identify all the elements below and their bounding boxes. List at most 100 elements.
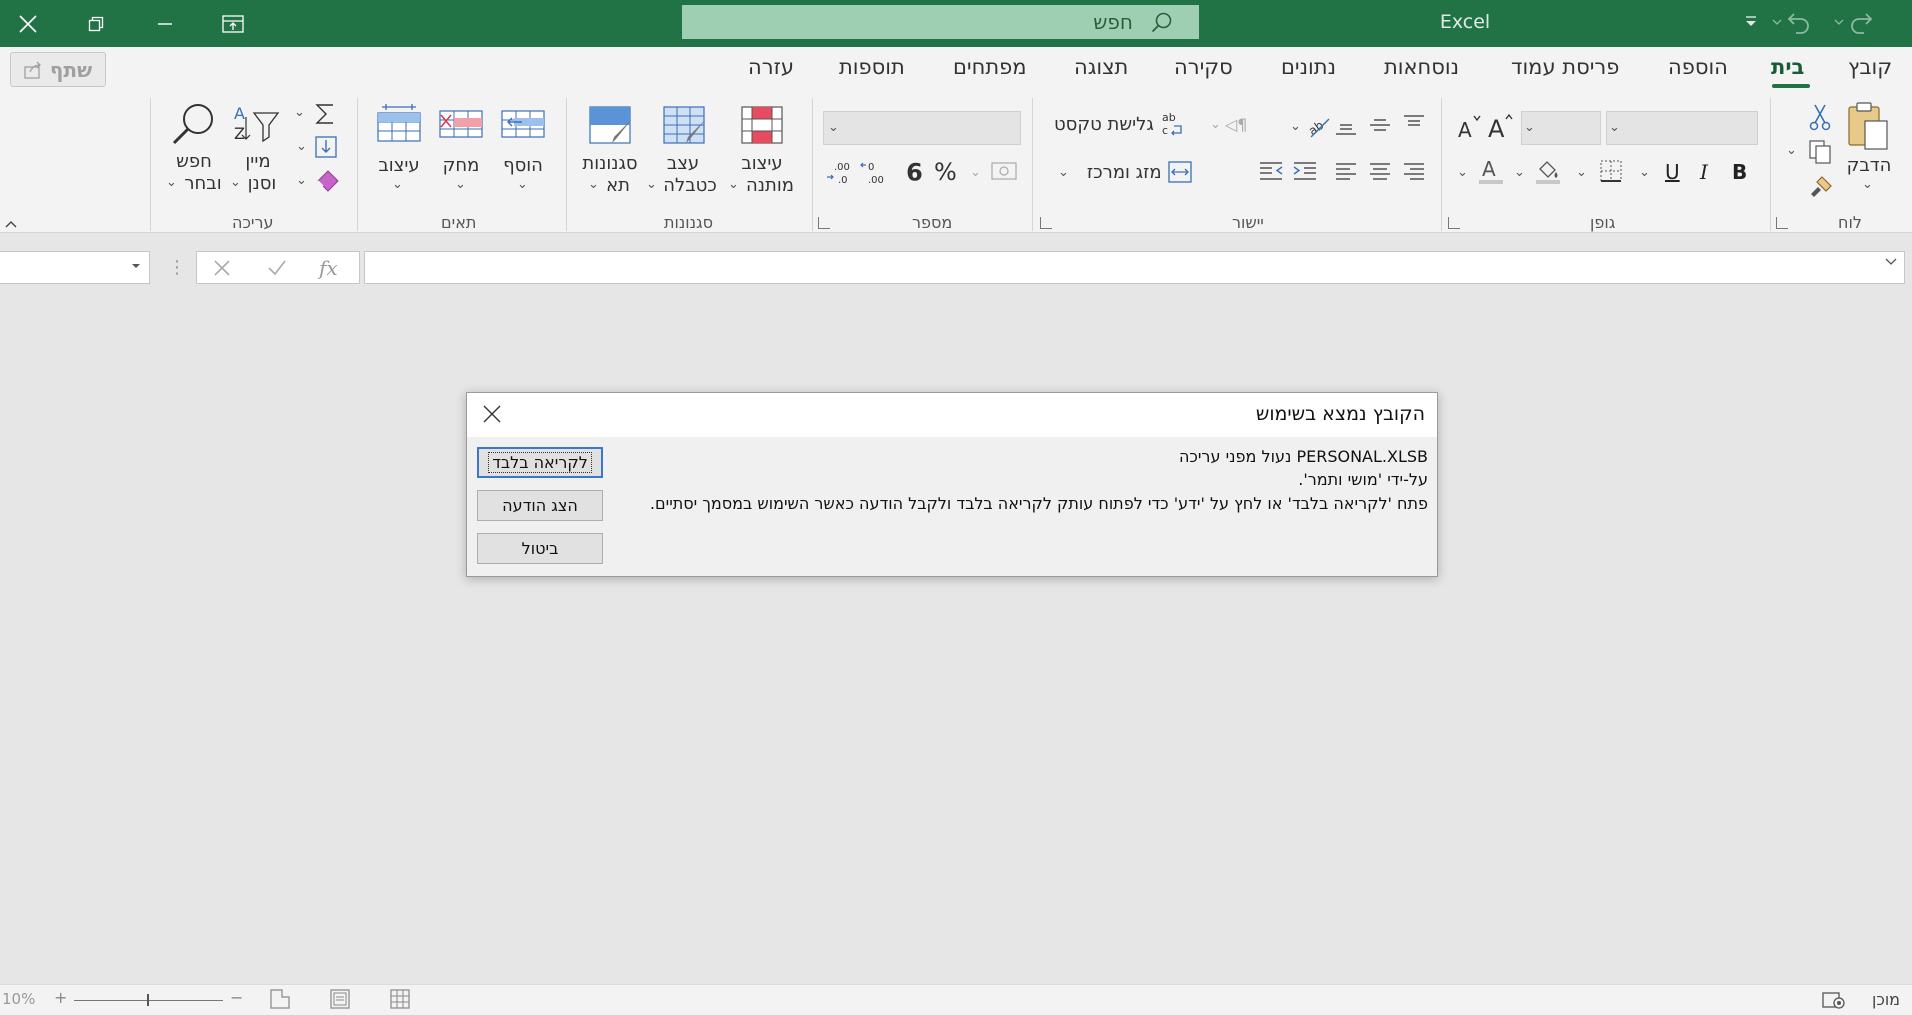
increase-font-button[interactable]: A — [1486, 111, 1514, 141]
decrease-indent-button[interactable] — [1258, 159, 1284, 183]
borders-button[interactable] — [1599, 159, 1623, 183]
orientation-button[interactable]: ⌄ ab — [1290, 113, 1333, 139]
fill-color-button[interactable] — [1534, 157, 1562, 185]
number-launcher[interactable] — [818, 217, 830, 229]
tab-data[interactable]: נתונים — [1281, 55, 1336, 79]
tab-file[interactable]: קובץ — [1848, 55, 1892, 79]
clear-dropdown[interactable]: ⌄ — [296, 173, 307, 188]
increase-indent-button[interactable] — [1292, 159, 1318, 183]
sort-filter-button[interactable]: AZ — [232, 101, 280, 147]
align-bottom-button[interactable] — [1334, 113, 1358, 137]
align-center-button[interactable] — [1368, 159, 1392, 183]
decrease-font-button[interactable]: A — [1456, 111, 1484, 141]
cell-styles-button[interactable] — [588, 105, 634, 147]
underline-button[interactable]: U — [1665, 160, 1680, 184]
tab-page-layout[interactable]: פריסת עמוד — [1511, 55, 1619, 79]
cell-styles-dropdown[interactable]: ⌄ — [588, 177, 599, 192]
merge-center-button[interactable]: ⌄ מזג ומרכז — [1058, 161, 1192, 183]
underline-dropdown[interactable]: ⌄ — [1639, 165, 1650, 180]
format-as-table-button[interactable] — [662, 105, 708, 147]
tab-review[interactable]: סקירה — [1174, 55, 1233, 79]
font-color-dropdown[interactable]: ⌄ — [1457, 165, 1468, 180]
font-name-combo[interactable]: ⌄ — [1606, 111, 1758, 145]
format-cells-dropdown[interactable]: ⌄ — [392, 177, 403, 192]
decrease-decimal-button[interactable]: .00.0 — [826, 159, 854, 185]
conditional-formatting-dropdown[interactable]: ⌄ — [728, 177, 739, 192]
enter-button[interactable] — [267, 259, 287, 277]
paragraph-direction-button[interactable]: ⌄ ◁¶ — [1210, 115, 1247, 134]
cut-button[interactable] — [1808, 103, 1832, 131]
number-format-combo[interactable]: ⌄ — [823, 111, 1021, 145]
find-select-button[interactable] — [170, 101, 218, 149]
accounting-dropdown[interactable]: ⌄ — [970, 165, 981, 180]
autosum-button[interactable] — [313, 101, 337, 127]
insert-cells-button[interactable] — [500, 105, 546, 145]
tab-insert[interactable]: הוספה — [1668, 55, 1728, 79]
formula-input[interactable] — [364, 251, 1905, 284]
comma-style-button[interactable]: 9 — [906, 157, 923, 185]
page-layout-view-button[interactable] — [330, 989, 350, 1009]
fill-color-dropdown[interactable]: ⌄ — [1514, 165, 1525, 180]
clipboard-launcher[interactable] — [1776, 217, 1788, 229]
name-box[interactable] — [0, 251, 150, 284]
align-middle-button[interactable] — [1368, 113, 1392, 137]
redo-button[interactable] — [1834, 10, 1874, 34]
zoom-out-button[interactable]: − — [230, 988, 243, 1007]
zoom-in-button[interactable]: + — [54, 988, 67, 1007]
alignment-launcher[interactable] — [1040, 217, 1052, 229]
tab-help[interactable]: עזרה — [748, 55, 794, 79]
insert-cells-dropdown[interactable]: ⌄ — [517, 177, 528, 192]
paste-button[interactable] — [1845, 101, 1901, 153]
cancel-button[interactable]: ביטול — [477, 533, 603, 564]
fill-button[interactable] — [314, 135, 338, 159]
close-window-button[interactable] — [0, 0, 56, 47]
read-only-button[interactable]: לקריאה בלבד — [477, 447, 603, 478]
name-box-dropdown[interactable] — [131, 262, 141, 270]
wrap-text-button[interactable]: גלישת טקסט ab c — [1054, 111, 1184, 137]
paste-dropdown[interactable]: ⌄ — [1862, 177, 1873, 192]
zoom-slider-thumb[interactable] — [147, 994, 149, 1006]
cancel-entry-button[interactable] — [213, 259, 231, 277]
ribbon-display-options-button[interactable] — [205, 0, 261, 47]
restore-window-button[interactable] — [68, 0, 124, 47]
share-button[interactable]: שתף — [10, 52, 106, 87]
expand-formula-bar-button[interactable] — [1885, 258, 1897, 266]
fill-dropdown[interactable]: ⌄ — [296, 139, 307, 154]
font-launcher[interactable] — [1448, 217, 1460, 229]
align-right-button[interactable] — [1402, 159, 1426, 183]
sort-filter-dropdown[interactable]: ⌄ — [230, 175, 241, 190]
copy-button[interactable] — [1808, 139, 1832, 165]
tab-add-ins[interactable]: תוספות — [839, 55, 905, 79]
normal-view-button[interactable] — [390, 989, 410, 1009]
customize-quick-access-button[interactable] — [1744, 14, 1758, 30]
collapse-ribbon-button[interactable] — [4, 219, 18, 229]
page-break-view-button[interactable] — [270, 989, 290, 1009]
align-left-button[interactable] — [1334, 159, 1358, 183]
insert-function-button[interactable]: fx — [319, 256, 338, 280]
delete-cells-dropdown[interactable]: ⌄ — [455, 177, 466, 192]
bold-button[interactable]: B — [1732, 160, 1747, 184]
font-color-button[interactable]: A — [1477, 157, 1505, 185]
font-size-combo[interactable]: ⌄ — [1521, 111, 1601, 145]
find-select-dropdown[interactable]: ⌄ — [166, 175, 177, 190]
formula-bar-splitter[interactable]: ⋮ — [168, 257, 186, 278]
format-as-table-dropdown[interactable]: ⌄ — [646, 177, 657, 192]
percent-button[interactable]: % — [934, 158, 957, 186]
search-box[interactable]: חפש — [682, 5, 1199, 39]
undo-button[interactable] — [1772, 10, 1812, 34]
notify-button[interactable]: הצג הודעה — [477, 490, 603, 521]
italic-button[interactable]: I — [1700, 160, 1708, 184]
delete-cells-button[interactable] — [438, 105, 484, 145]
accessibility-button[interactable] — [1822, 990, 1846, 1010]
conditional-formatting-button[interactable] — [740, 105, 784, 145]
tab-developer[interactable]: מפתחים — [953, 55, 1027, 79]
zoom-level[interactable]: 10% — [2, 990, 35, 1008]
autosum-dropdown[interactable]: ⌄ — [294, 105, 305, 120]
dialog-close-button[interactable] — [477, 399, 507, 429]
format-painter-button[interactable] — [1808, 175, 1834, 201]
copy-dropdown[interactable]: ⌄ — [1786, 143, 1797, 158]
increase-decimal-button[interactable]: 0.00 — [860, 159, 888, 185]
tab-view[interactable]: תצוגה — [1074, 55, 1128, 79]
accounting-format-button[interactable] — [990, 159, 1018, 183]
align-top-button[interactable] — [1402, 113, 1426, 137]
